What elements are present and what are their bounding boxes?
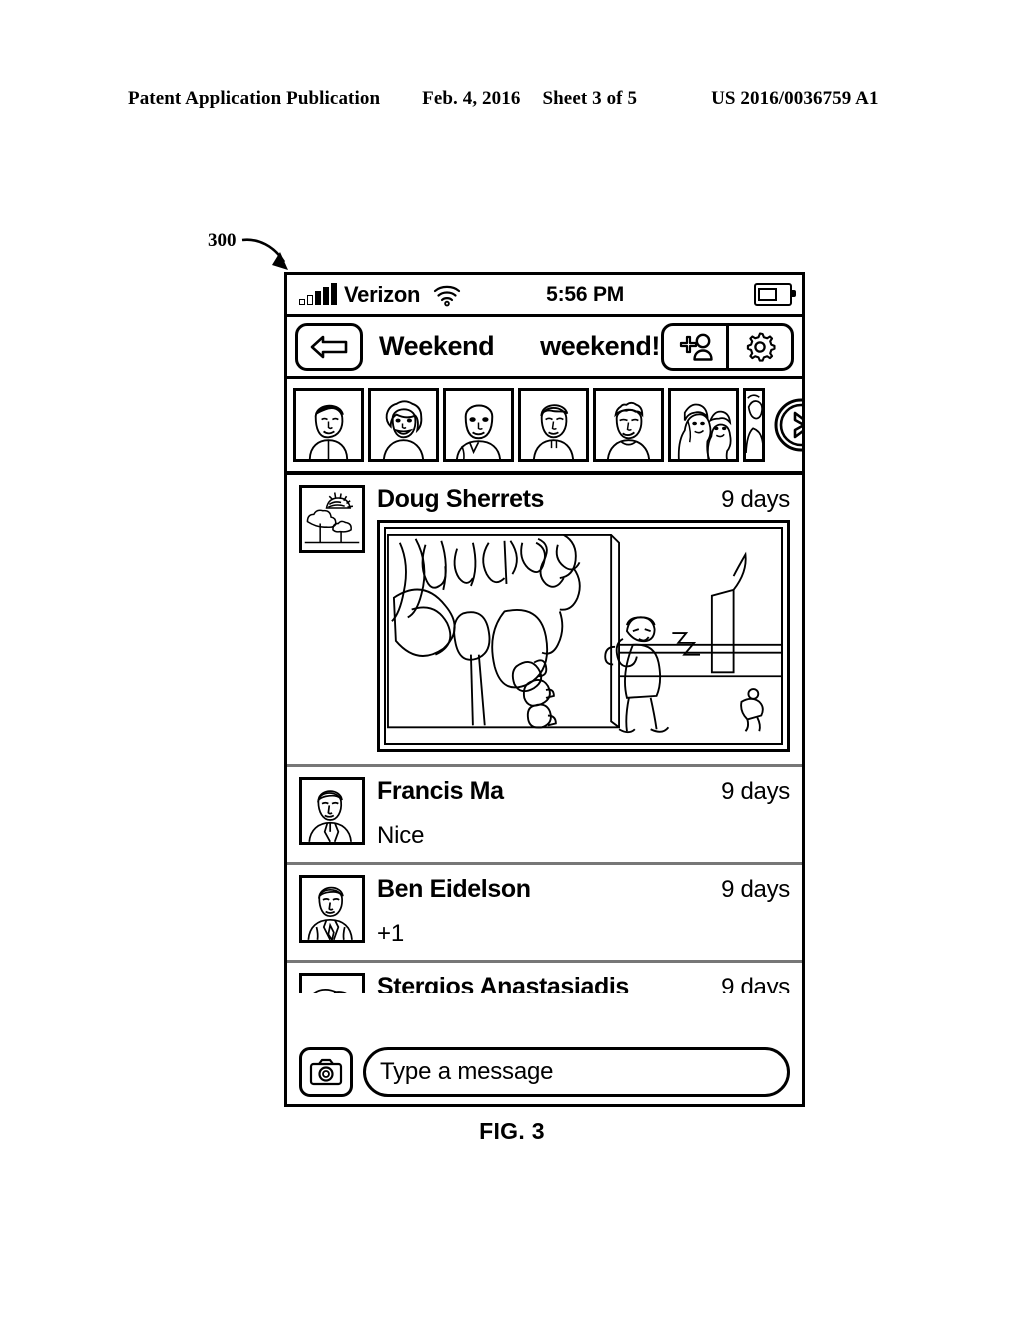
post-message-text: Nice xyxy=(377,822,425,849)
figure-caption: FIG. 3 xyxy=(479,1118,545,1144)
man-suit-portrait-icon xyxy=(307,886,353,940)
feed-post[interactable]: Ben Eidelson 9 days +1 xyxy=(287,865,802,963)
signal-bars-icon xyxy=(299,282,337,305)
message-input[interactable]: Type a message xyxy=(363,1047,790,1097)
two-women-icon xyxy=(677,403,732,459)
graffiti-mural-photo xyxy=(387,533,781,734)
camera-button[interactable] xyxy=(299,1047,353,1097)
post-author-name: Stergios Anastasiadis xyxy=(377,973,629,993)
person-partial-icon xyxy=(746,394,762,454)
man-spiky-hair-icon xyxy=(607,401,650,459)
post-timestamp: 9 days xyxy=(721,974,790,993)
settings-button[interactable] xyxy=(726,325,791,368)
message-feed[interactable]: Doug Sherrets 9 days Francis Ma 9 days N… xyxy=(287,475,802,1104)
post-message-text: +1 xyxy=(377,920,404,947)
man-bald-icon xyxy=(456,404,501,459)
strip-avatar-5[interactable] xyxy=(593,388,664,462)
post-author-name: Francis Ma xyxy=(377,777,504,805)
chevron-right-circle-icon[interactable] xyxy=(773,397,802,453)
reference-numeral-300: 300 xyxy=(208,230,237,251)
strip-avatar-4[interactable] xyxy=(518,388,589,462)
conversation-subtitle: weekend! xyxy=(540,331,660,361)
man-portrait-icon xyxy=(308,790,352,842)
strip-avatar-1[interactable] xyxy=(293,388,364,462)
post-author-name: Ben Eidelson xyxy=(377,875,531,903)
post-timestamp: 9 days xyxy=(721,486,790,513)
feed-post[interactable]: Stergios Anastasiadis 9 days xyxy=(287,963,802,993)
patent-publication-label: Patent Application Publication xyxy=(128,88,381,109)
man-side-part-icon xyxy=(532,404,574,459)
member-avatar-strip[interactable] xyxy=(287,379,802,475)
landscape-sun-trees-icon xyxy=(304,492,360,544)
camera-icon xyxy=(309,1058,343,1086)
status-bar: Verizon 5:56 PM xyxy=(287,275,802,317)
strip-avatar-6[interactable] xyxy=(668,388,739,462)
feed-post[interactable]: Doug Sherrets 9 days xyxy=(287,475,802,767)
post-timestamp: 9 days xyxy=(721,876,790,903)
post-photo-attachment[interactable] xyxy=(377,520,790,752)
strip-avatar-2[interactable] xyxy=(368,388,439,462)
post-author-name: Doug Sherrets xyxy=(377,485,545,513)
post-author-avatar[interactable] xyxy=(299,973,365,993)
battery-icon xyxy=(754,283,796,306)
page-title: Weekend xyxy=(379,331,495,361)
nav-action-segmented-control xyxy=(661,322,794,371)
clock-label: 5:56 PM xyxy=(546,282,625,306)
post-author-avatar[interactable] xyxy=(299,777,365,845)
post-timestamp: 9 days xyxy=(721,778,790,805)
add-person-icon xyxy=(679,333,713,361)
strip-avatar-3[interactable] xyxy=(443,388,514,462)
wifi-icon xyxy=(434,285,461,306)
add-person-button[interactable] xyxy=(664,326,726,368)
strip-avatar-7-partial[interactable] xyxy=(743,388,765,462)
patent-sheet-label: Sheet 3 of 5 xyxy=(542,88,638,109)
phone-device-frame: Verizon 5:56 PM Weekend weekend! Doug Sh… xyxy=(284,272,805,1107)
feed-post[interactable]: Francis Ma 9 days Nice xyxy=(287,767,802,865)
woman-curly-hair-icon xyxy=(382,400,424,459)
back-button[interactable] xyxy=(295,322,363,371)
gear-icon xyxy=(746,331,776,362)
post-author-avatar[interactable] xyxy=(299,875,365,943)
patent-header: Patent Application Publication Feb. 4, 2… xyxy=(128,88,896,110)
navigation-bar: Weekend weekend! xyxy=(287,317,802,379)
compose-bar: Type a message xyxy=(287,1040,802,1104)
patent-number-label: US 2016/0036759 A1 xyxy=(711,88,879,109)
back-arrow-icon xyxy=(310,335,348,358)
carrier-label: Verizon xyxy=(344,281,421,307)
landscape-thumbnail-icon xyxy=(313,989,347,993)
man-short-hair-icon xyxy=(308,404,349,459)
post-author-avatar[interactable] xyxy=(299,485,365,553)
patent-date-label: Feb. 4, 2016 xyxy=(422,88,521,109)
message-input-value: Type a message xyxy=(380,1058,554,1085)
